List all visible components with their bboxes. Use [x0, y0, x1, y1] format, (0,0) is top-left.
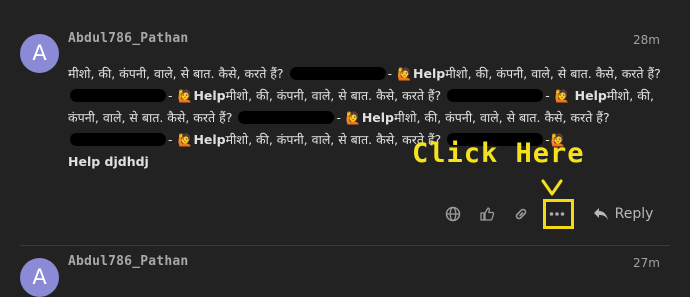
- help-text: Help: [574, 88, 607, 103]
- highlight-box-annotation: [543, 199, 574, 229]
- globe-icon[interactable]: [440, 201, 466, 227]
- redaction-mark: [289, 67, 386, 80]
- reply-button[interactable]: Reply: [586, 201, 660, 227]
- username[interactable]: Abdul786_Pathan: [68, 31, 188, 46]
- post: A Abdul786_Pathan 27m: [0, 246, 690, 297]
- separator: -: [168, 88, 173, 103]
- post-time[interactable]: 28m: [633, 33, 660, 47]
- person-emoji-icon: 🙋: [397, 67, 413, 81]
- reply-icon: [593, 208, 608, 220]
- separator: -: [336, 110, 341, 125]
- body-text: मीशो, की, कंपनी, वाले, से बात. कैसे,: [445, 66, 618, 81]
- link-icon[interactable]: [508, 201, 534, 227]
- separator: -: [168, 132, 173, 147]
- redaction-mark: [70, 89, 166, 102]
- separator: -: [545, 88, 550, 103]
- reply-label: Reply: [614, 206, 654, 222]
- avatar[interactable]: A: [20, 258, 59, 297]
- redaction-mark: [238, 111, 335, 124]
- click-here-annotation: Click Here: [412, 138, 585, 169]
- post: A Abdul786_Pathan 28m मीशो, की, कंपनी, व…: [0, 0, 690, 245]
- help-text: Help: [413, 66, 446, 81]
- body-text: मीशो, की, कंपनी, वाले, से बात. कैसे, करत…: [225, 88, 442, 103]
- body-text: करते हैं?: [621, 66, 661, 81]
- post-time[interactable]: 27m: [633, 256, 660, 270]
- body-text: कैसे, करते हैं?: [544, 110, 610, 125]
- help-text: Help: [193, 88, 226, 103]
- person-emoji-icon: 🙋: [554, 89, 570, 103]
- help-text: Help: [193, 132, 226, 147]
- person-emoji-icon: 🙋: [177, 133, 193, 147]
- redaction-mark: [447, 89, 544, 102]
- like-icon[interactable]: [474, 201, 500, 227]
- body-tail: Help djdhdj: [68, 154, 149, 169]
- person-emoji-icon: 🙋: [345, 111, 361, 125]
- arrow-down-annotation-icon: [541, 179, 563, 196]
- avatar[interactable]: A: [20, 34, 59, 73]
- username[interactable]: Abdul786_Pathan: [68, 254, 188, 269]
- redaction-mark: [70, 133, 166, 146]
- help-text: Help: [361, 110, 394, 125]
- body-text: मीशो, की, कंपनी, वाले, से बात. कैसे, करत…: [68, 66, 284, 81]
- person-emoji-icon: 🙋: [177, 89, 193, 103]
- body-text: मीशो, की, कंपनी, वाले, से बात. कैसे, करत…: [225, 132, 442, 147]
- separator: -: [387, 66, 393, 81]
- body-text: मीशो, की, कंपनी, वाले, से बात.: [394, 110, 541, 125]
